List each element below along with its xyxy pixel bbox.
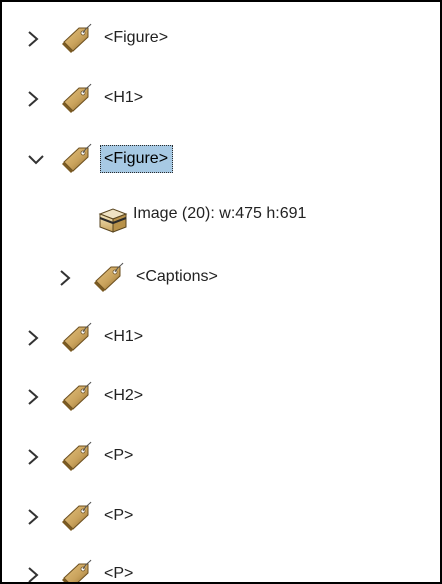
tag-icon: [60, 322, 92, 354]
image-box-icon: [98, 206, 128, 234]
tree-node-label: <Figure>: [104, 29, 169, 46]
tree-node-label: <H1>: [104, 328, 144, 345]
chevron-right-icon[interactable]: [26, 564, 40, 582]
tree-node-image[interactable]: Image (20): w:475 h:691: [2, 198, 440, 238]
tree-node-captions[interactable]: <Captions>: [2, 258, 440, 298]
tag-icon: [60, 143, 92, 175]
tree-node-h2[interactable]: <H2>: [2, 377, 440, 417]
tree-node-label: <P>: [104, 507, 134, 524]
tree-node-figure-selected[interactable]: <Figure>: [2, 139, 440, 179]
tag-icon: [92, 262, 124, 294]
tag-icon: [60, 501, 92, 533]
chevron-right-icon[interactable]: [26, 386, 40, 408]
chevron-right-icon[interactable]: [26, 506, 40, 528]
tree-node-h1[interactable]: <H1>: [2, 79, 440, 119]
tree-node-label: <H2>: [104, 387, 144, 404]
tree-node-h1[interactable]: <H1>: [2, 318, 440, 358]
tree-node-figure[interactable]: <Figure>: [2, 19, 440, 59]
chevron-right-icon[interactable]: [58, 267, 72, 289]
tag-icon: [60, 441, 92, 473]
tree-node-label: <P>: [104, 447, 134, 464]
chevron-down-icon[interactable]: [26, 148, 46, 170]
tag-icon: [60, 559, 92, 582]
tree-node-p[interactable]: <P>: [2, 555, 440, 582]
chevron-right-icon[interactable]: [26, 28, 40, 50]
tag-tree-panel: <Figure> <H1> <Figure> Image (20): w:475…: [0, 0, 442, 584]
tree-node-label: Image (20): w:475 h:691: [133, 205, 307, 222]
tree-node-p[interactable]: <P>: [2, 437, 440, 477]
chevron-right-icon[interactable]: [26, 327, 40, 349]
tree-node-label: <Captions>: [136, 268, 218, 285]
tree-node-label: <P>: [104, 565, 134, 582]
tag-icon: [60, 83, 92, 115]
tree-node-label-selected[interactable]: <Figure>: [100, 145, 174, 173]
tag-icon: [60, 23, 92, 55]
chevron-right-icon[interactable]: [26, 88, 40, 110]
tag-icon: [60, 381, 92, 413]
chevron-right-icon[interactable]: [26, 446, 40, 468]
tree-node-label: <H1>: [104, 89, 144, 106]
tree-node-p[interactable]: <P>: [2, 497, 440, 537]
